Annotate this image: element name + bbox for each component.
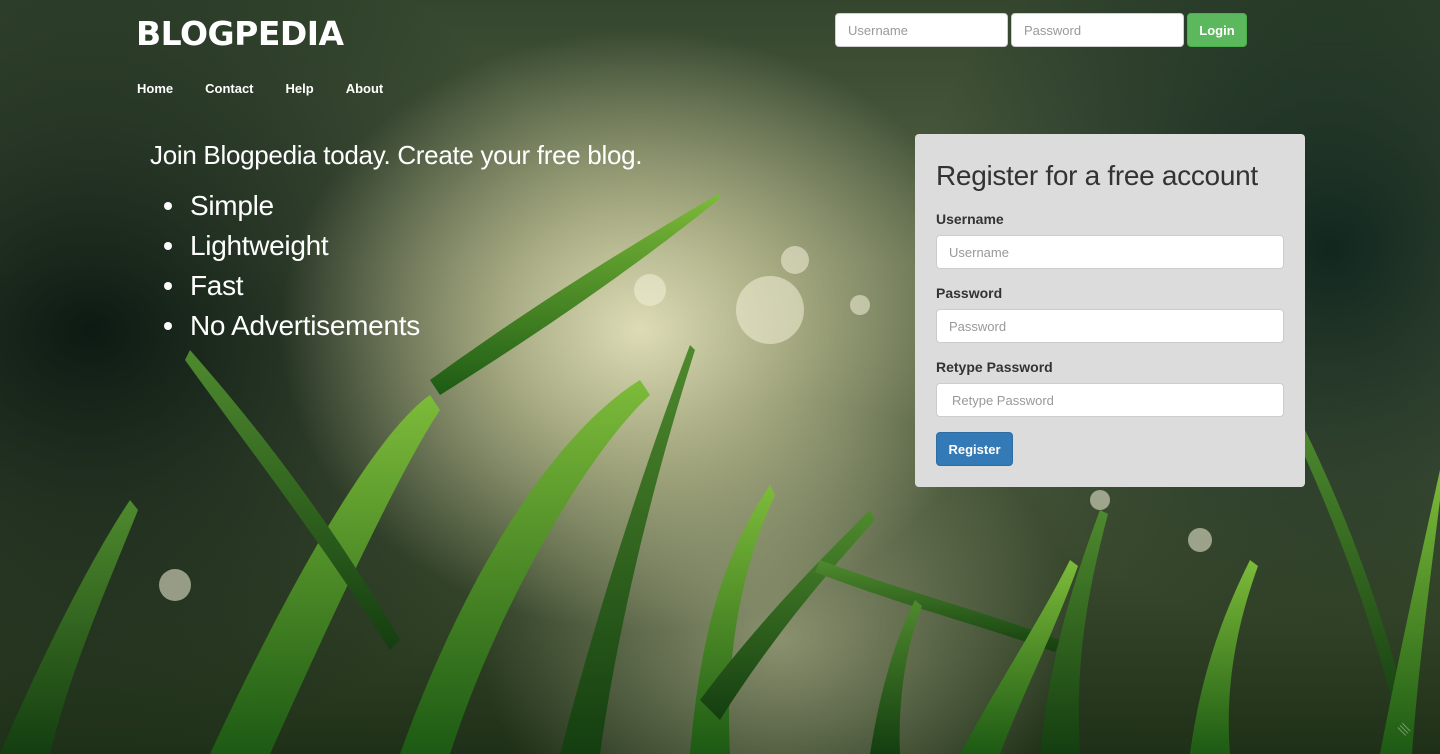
bullet-icon (164, 282, 172, 290)
nav-item-contact[interactable]: Contact (205, 81, 253, 96)
feature-item: No Advertisements (164, 306, 420, 346)
bullet-icon (164, 322, 172, 330)
register-username-label: Username (936, 211, 1004, 227)
register-password-label: Password (936, 285, 1003, 301)
hero-tagline: Join Blogpedia today. Create your free b… (150, 140, 643, 170)
nav-item-help[interactable]: Help (286, 81, 314, 96)
register-title: Register for a free account (936, 160, 1258, 191)
header-username-input[interactable] (835, 13, 1008, 47)
header-password-input[interactable] (1011, 13, 1184, 47)
bullet-icon (164, 242, 172, 250)
register-retype-label: Retype Password (936, 359, 1053, 375)
nav-item-about[interactable]: About (346, 81, 384, 96)
feature-label: Simple (190, 190, 274, 221)
feature-label: Lightweight (190, 230, 329, 261)
nav-item-home[interactable]: Home (137, 81, 173, 96)
login-button[interactable]: Login (1187, 13, 1247, 47)
feature-item: Fast (164, 266, 420, 306)
feature-item: Simple (164, 186, 420, 226)
register-retype-input[interactable] (936, 383, 1284, 417)
register-button[interactable]: Register (936, 432, 1013, 466)
feature-item: Lightweight (164, 226, 420, 266)
register-username-input[interactable] (936, 235, 1284, 269)
register-password-input[interactable] (936, 309, 1284, 343)
register-panel: Register for a free account Username Pas… (915, 134, 1305, 487)
feature-label: Fast (190, 270, 244, 301)
feature-list: Simple Lightweight Fast No Advertisement… (164, 186, 420, 346)
site-logo[interactable]: BLOGPEDIA (136, 14, 344, 53)
feature-label: No Advertisements (190, 310, 420, 341)
bullet-icon (164, 202, 172, 210)
header-login-form: Login (835, 13, 1247, 47)
main-nav: Home Contact Help About (137, 81, 415, 96)
